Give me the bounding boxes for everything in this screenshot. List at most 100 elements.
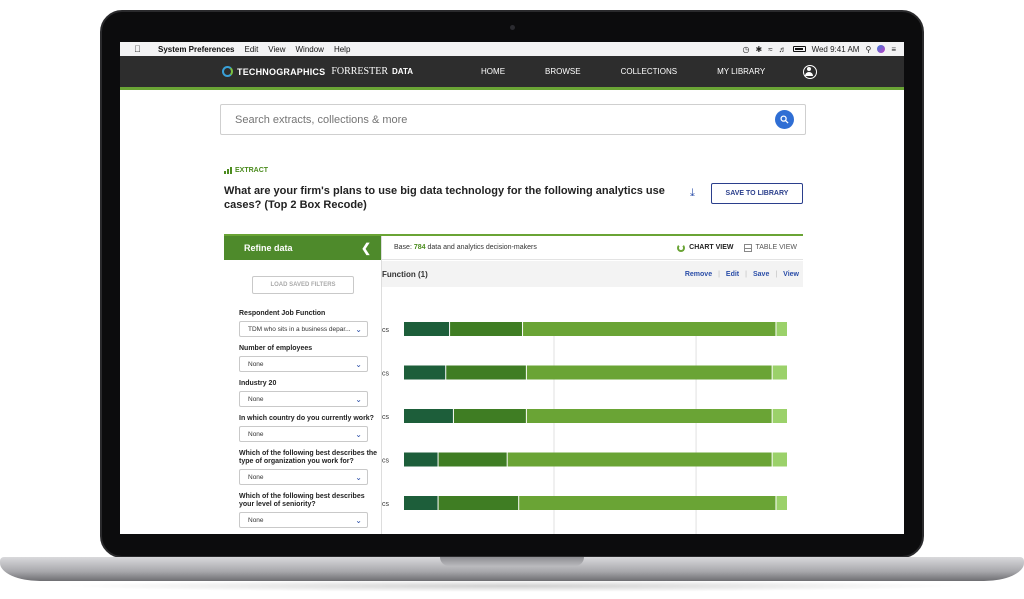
spotlight-icon[interactable]: ⚲: [865, 45, 871, 54]
battery-icon[interactable]: [792, 46, 806, 52]
bar-segment[interactable]: [438, 496, 519, 510]
filter-select-industry[interactable]: None ⌄: [239, 391, 368, 407]
nav-home[interactable]: HOME: [481, 67, 505, 76]
nav-collections[interactable]: COLLECTIONS: [621, 67, 677, 76]
logo[interactable]: TECHNOGRAPHICS FORRESTER DATA: [222, 66, 413, 77]
apple-icon[interactable]: : [134, 44, 148, 54]
chevron-down-icon: ⌄: [355, 515, 362, 525]
menu-app-name[interactable]: System Preferences: [158, 45, 235, 54]
view-filter-link[interactable]: View: [783, 271, 799, 278]
bluetooth-icon[interactable]: ✱: [755, 45, 762, 54]
logo-technographics: TECHNOGRAPHICS: [237, 66, 326, 77]
filter-label: Number of employees: [239, 345, 313, 352]
menu-edit[interactable]: Edit: [245, 45, 259, 54]
category-label: cs: [382, 501, 390, 508]
bar-segment[interactable]: [404, 409, 453, 423]
wifi-icon[interactable]: ≈: [768, 45, 772, 54]
logo-mark-icon: [222, 66, 233, 77]
category-label: cs: [382, 371, 390, 378]
filter-select-value: None: [248, 473, 264, 481]
filter-select-value: None: [248, 395, 264, 403]
filter-select-organization-type[interactable]: None ⌄: [239, 469, 368, 485]
clock-text[interactable]: Wed 9:41 AM: [812, 45, 860, 54]
bar-segment[interactable]: [772, 452, 787, 467]
collapse-chevron-icon[interactable]: ❮: [361, 241, 371, 255]
bar-segment[interactable]: [450, 322, 523, 336]
user-icon[interactable]: [803, 64, 818, 79]
filter-label: Which of the following best describes yo…: [239, 493, 365, 508]
save-filter-link[interactable]: Save: [753, 271, 769, 278]
chevron-down-icon: ⌄: [355, 359, 362, 369]
chart-svg: cs cs cs cs cs: [382, 322, 787, 534]
menubar:  System Preferences Edit View Window He…: [120, 42, 904, 56]
filter-job-function: Respondent Job Function TDM who sits in …: [239, 310, 381, 337]
chart-view-icon: [677, 243, 686, 252]
applied-filter-label: Function (1): [382, 269, 428, 279]
bar-segment[interactable]: [526, 409, 772, 423]
chart-view-tab[interactable]: CHART VIEW: [677, 243, 734, 252]
filter-actions: Remove | Edit | Save | View: [685, 271, 799, 278]
base-text: Base: 784 data and analytics decision-ma…: [394, 244, 537, 251]
separator: |: [745, 270, 747, 278]
bar-segment[interactable]: [776, 322, 787, 336]
filter-select-seniority[interactable]: None ⌄: [239, 512, 368, 528]
bar-segment[interactable]: [404, 322, 450, 336]
time-machine-icon[interactable]: ◷: [743, 45, 750, 54]
siri-icon[interactable]: [877, 45, 886, 53]
volume-icon[interactable]: ♬: [779, 45, 787, 54]
menu-view[interactable]: View: [268, 45, 285, 54]
bar-segment[interactable]: [772, 365, 787, 380]
filter-select-employees[interactable]: None ⌄: [239, 356, 368, 372]
screen:  System Preferences Edit View Window He…: [120, 42, 904, 534]
bar-segment[interactable]: [526, 365, 772, 380]
filter-select-value: None: [248, 430, 264, 438]
view-toggle: CHART VIEW TABLE VIEW: [677, 243, 798, 252]
bar-segment[interactable]: [772, 409, 787, 423]
chevron-down-icon: ⌄: [355, 394, 362, 404]
nav-browse[interactable]: BROWSE: [545, 67, 581, 76]
bar-segment[interactable]: [404, 496, 438, 510]
menu-window[interactable]: Window: [296, 45, 324, 54]
download-icon[interactable]: ⤓: [690, 187, 695, 200]
filter-industry: Industry 20 None ⌄: [239, 380, 381, 407]
question-title: What are your firm's plans to use big da…: [224, 185, 665, 211]
filter-select-value: None: [248, 516, 264, 524]
search-button[interactable]: [775, 110, 794, 129]
notification-center-icon[interactable]: ≡: [891, 45, 896, 54]
logo-data: DATA: [392, 67, 414, 76]
search-input[interactable]: [235, 113, 755, 126]
separator: |: [775, 270, 778, 278]
bar-segment[interactable]: [446, 365, 526, 380]
sidebar-header: Refine data ❮: [224, 236, 381, 260]
category-label: cs: [382, 414, 390, 421]
table-view-tab[interactable]: TABLE VIEW: [743, 243, 798, 252]
status-area: ◷ ✱ ≈ ♬ Wed 9:41 AM ⚲ ≡: [743, 45, 905, 54]
bar-segment[interactable]: [523, 322, 776, 336]
nav-my-library[interactable]: MY LIBRARY: [717, 67, 765, 76]
bar-segment[interactable]: [404, 452, 438, 467]
filter-select-country[interactable]: None ⌄: [239, 426, 368, 442]
applied-filter-bar: Function (1) Remove | Edit | Save | View: [382, 261, 803, 287]
filter-label: Respondent Job Function: [239, 310, 326, 317]
remove-filter-link[interactable]: Remove: [685, 271, 712, 278]
base-prefix: Base:: [394, 244, 412, 251]
table-view-label: TABLE VIEW: [755, 244, 798, 251]
load-saved-filters-button[interactable]: LOAD SAVED FILTERS: [252, 276, 354, 294]
bar-segment[interactable]: [438, 452, 507, 467]
bar-segment[interactable]: [519, 496, 776, 510]
bar-segment[interactable]: [453, 409, 526, 423]
menu-help[interactable]: Help: [334, 45, 350, 54]
filter-select-job-function[interactable]: TDM who sits in a business depar... ⌄: [239, 321, 368, 337]
bar-segment[interactable]: [507, 452, 772, 467]
bar-segment[interactable]: [404, 365, 446, 380]
separator: |: [718, 270, 720, 278]
bar-segment[interactable]: [776, 496, 787, 510]
laptop-notch: [440, 557, 584, 566]
extract-label-text: EXTRACT: [235, 167, 269, 174]
laptop-shadow: [60, 580, 964, 592]
chevron-down-icon: ⌄: [355, 429, 362, 439]
filter-select-value: None: [248, 360, 264, 368]
base-count: 784: [413, 244, 426, 251]
edit-filter-link[interactable]: Edit: [726, 271, 739, 278]
save-to-library-button[interactable]: SAVE TO LIBRARY: [711, 183, 803, 204]
